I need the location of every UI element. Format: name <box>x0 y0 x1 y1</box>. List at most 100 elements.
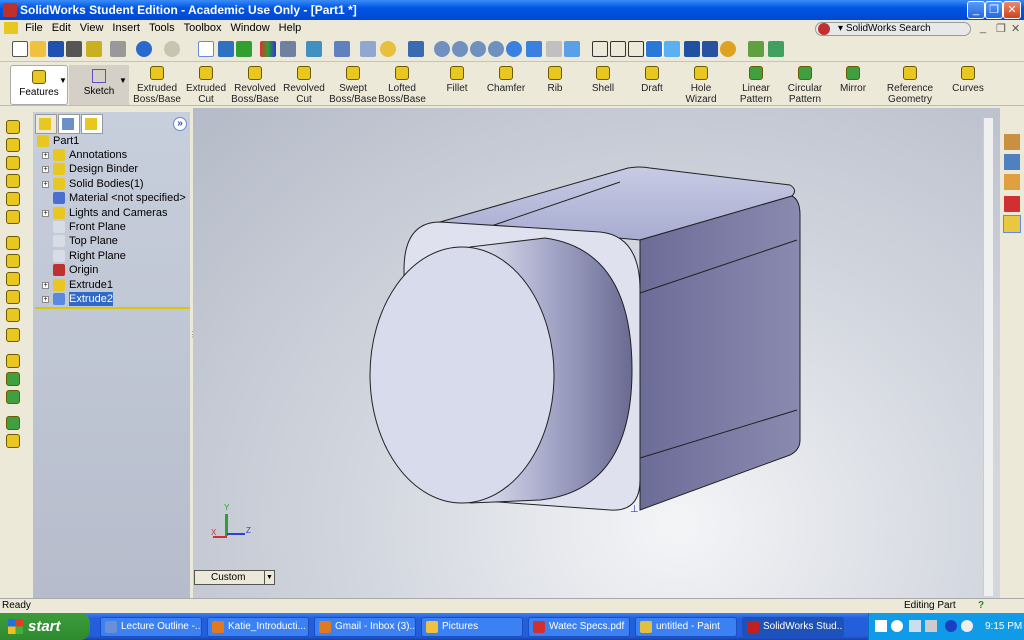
shadows-icon[interactable] <box>684 41 700 57</box>
doc-minimize-button[interactable]: _ <box>980 22 986 34</box>
tab-features[interactable]: Features <box>10 65 68 105</box>
save-icon[interactable] <box>48 41 64 57</box>
file-explorer-icon[interactable] <box>1004 174 1020 190</box>
feature-tool-icon[interactable] <box>6 174 20 188</box>
help-icon[interactable] <box>380 41 396 57</box>
feature-tool-icon[interactable] <box>6 192 20 206</box>
taskbar-item[interactable]: Lecture Outline -... <box>100 617 202 637</box>
feature-tool-icon[interactable] <box>6 120 20 134</box>
toolbar-extra-icon[interactable] <box>748 41 764 57</box>
color-icon[interactable] <box>260 41 276 57</box>
feature-tool-icon[interactable] <box>6 354 20 368</box>
taskbar-item[interactable]: SolidWorks Stud... <box>742 617 844 637</box>
zoom-in-out-icon[interactable] <box>470 41 486 57</box>
units-icon[interactable] <box>280 41 296 57</box>
feature-tool-icon[interactable] <box>6 416 20 430</box>
feature-tool-icon[interactable] <box>6 434 20 448</box>
section-view-icon[interactable] <box>702 41 718 57</box>
expand-icon[interactable]: + <box>42 166 49 174</box>
tab-property-manager[interactable] <box>58 114 80 134</box>
menu-window[interactable]: Window <box>231 22 270 34</box>
roll-icon[interactable] <box>546 41 562 57</box>
menu-insert[interactable]: Insert <box>112 22 140 34</box>
wireframe-icon[interactable] <box>592 41 608 57</box>
shaded-with-edges-icon[interactable] <box>645 40 663 58</box>
cmd-hole-wizard-button[interactable]: Hole Wizard <box>673 66 729 105</box>
taskbar-item[interactable]: Gmail - Inbox (3)... <box>314 617 416 637</box>
zoom-to-fit-icon[interactable] <box>434 41 450 57</box>
search-input[interactable]: ▾ SolidWorks Search <box>815 22 971 36</box>
rollback-bar[interactable] <box>35 307 190 309</box>
close-button[interactable]: ✕ <box>1003 1 1021 19</box>
zoom-area-icon[interactable] <box>452 41 468 57</box>
search-tray-icon[interactable] <box>961 620 973 632</box>
taskbar-item[interactable]: Pictures <box>421 617 523 637</box>
cmd-swept-boss-button[interactable]: Swept Boss/Base <box>325 66 381 105</box>
rebuild-icon[interactable] <box>236 41 252 57</box>
sketch-dropdown-arrow[interactable]: ▼ <box>119 76 127 85</box>
measure-icon[interactable] <box>306 41 322 57</box>
feature-tool-icon[interactable] <box>6 308 20 322</box>
feature-tool-icon[interactable] <box>6 156 20 170</box>
cmd-chamfer-button[interactable]: Chamfer <box>478 66 534 94</box>
feature-tool-icon[interactable] <box>6 254 20 268</box>
doc-restore-button[interactable]: ❐ <box>996 22 1006 35</box>
pan-icon[interactable] <box>526 41 542 57</box>
tab-sketch[interactable]: Sketch <box>69 65 129 105</box>
taskbar-item[interactable]: untitled - Paint <box>635 617 737 637</box>
solidworks-menu-icon[interactable] <box>4 22 18 35</box>
view-dropdown[interactable]: Custom ▼ <box>194 570 275 585</box>
home-icon[interactable] <box>1004 134 1020 150</box>
filter-icon[interactable] <box>218 41 234 57</box>
expand-icon[interactable]: + <box>42 296 49 303</box>
menu-toolbox[interactable]: Toolbox <box>184 22 222 34</box>
options-icon[interactable] <box>86 41 102 57</box>
tab-feature-manager[interactable] <box>35 114 57 134</box>
cmd-extruded-cut-button[interactable]: Extruded Cut <box>178 66 234 105</box>
bluetooth-icon[interactable] <box>945 620 957 632</box>
cmd-extruded-boss-button[interactable]: Extruded Boss/Base <box>129 66 185 105</box>
shaded-icon[interactable] <box>664 41 680 57</box>
cmd-lofted-boss-button[interactable]: Lofted Boss/Base <box>374 66 430 105</box>
print-preview-icon[interactable] <box>66 41 82 57</box>
cmd-revolved-cut-button[interactable]: Revolved Cut <box>276 66 332 105</box>
feature-tool-icon[interactable] <box>6 138 20 152</box>
expand-icon[interactable]: + <box>42 281 49 289</box>
feature-tool-icon[interactable] <box>6 290 20 304</box>
hidden-lines-removed-icon[interactable] <box>628 41 644 57</box>
tab-configuration-manager[interactable] <box>81 114 103 134</box>
cmd-shell-button[interactable]: Shell <box>575 66 631 94</box>
cmd-draft-button[interactable]: Draft <box>624 66 680 94</box>
expand-icon[interactable]: + <box>42 180 49 188</box>
cmd-fillet-button[interactable]: Fillet <box>429 66 485 94</box>
cmd-reference-geometry-button[interactable]: Reference Geometry <box>882 66 938 105</box>
sketch-icon[interactable] <box>408 41 424 57</box>
cmd-curves-button[interactable]: Curves <box>940 66 996 94</box>
feature-tool-icon[interactable] <box>6 390 20 404</box>
appearance-icon[interactable] <box>1003 215 1021 233</box>
view-layout-icon[interactable] <box>334 41 350 57</box>
properties-icon[interactable] <box>360 41 376 57</box>
taskbar-item[interactable]: Watec Specs.pdf <box>528 617 630 637</box>
tray-app-icon[interactable] <box>875 620 887 632</box>
features-dropdown-arrow[interactable]: ▼ <box>59 76 67 85</box>
rotate-icon[interactable] <box>506 41 522 57</box>
cmd-revolved-boss-button[interactable]: Revolved Boss/Base <box>227 66 283 105</box>
realview-icon[interactable] <box>720 41 736 57</box>
menu-view[interactable]: View <box>80 22 104 34</box>
search-tab-icon[interactable] <box>1004 196 1020 212</box>
network-icon[interactable] <box>909 620 921 632</box>
doc-close-button[interactable]: ✕ <box>1011 22 1020 35</box>
expand-icon[interactable]: + <box>42 152 49 159</box>
print-icon[interactable] <box>110 41 126 57</box>
undo-icon[interactable] <box>136 41 152 57</box>
zoom-selection-icon[interactable] <box>488 41 504 57</box>
vertical-scrollbar[interactable] <box>983 118 993 596</box>
expand-panel-button[interactable]: » <box>173 117 187 131</box>
start-button[interactable]: start <box>0 613 90 640</box>
menu-file[interactable]: File <box>25 22 43 34</box>
toolbar-extra2-icon[interactable] <box>768 41 784 57</box>
menu-tools[interactable]: Tools <box>149 22 175 34</box>
taskbar-item[interactable]: Katie_Introducti... <box>207 617 309 637</box>
quick-tips-help-icon[interactable]: ? <box>978 599 984 613</box>
